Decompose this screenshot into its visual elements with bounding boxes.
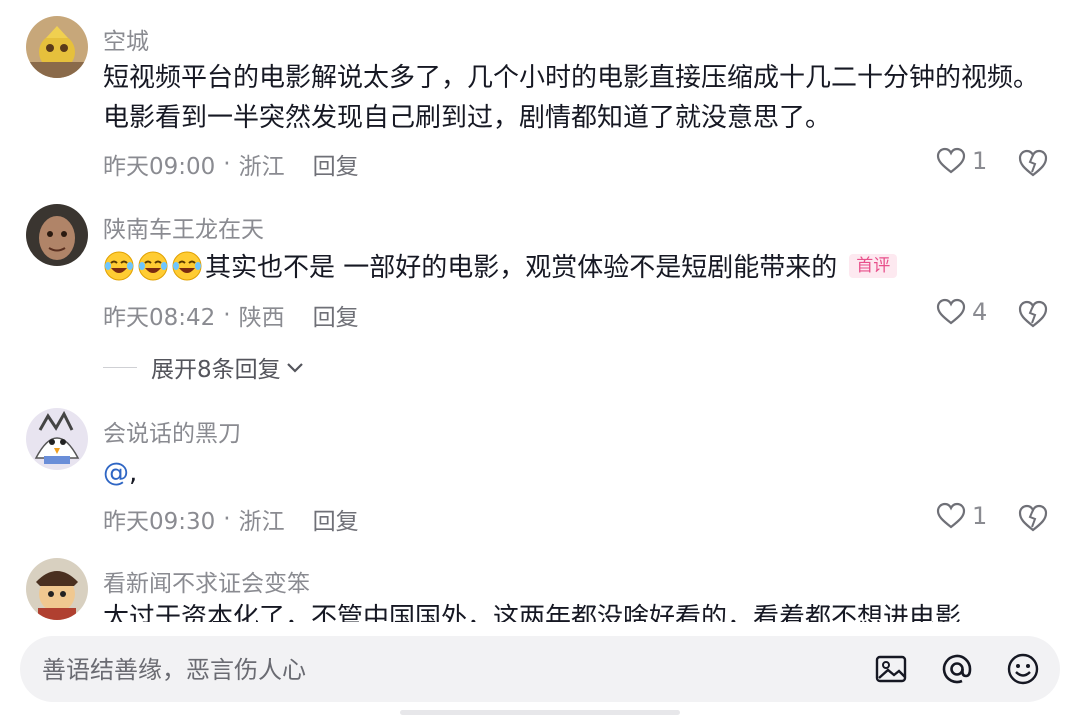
comment-text: 太过于资本化了，不管中国国外，这两年都没啥好看的，看着都不想进电影 <box>103 603 962 622</box>
comment-meta: 昨天09:00 · 浙江 回复 <box>103 147 359 181</box>
heart-icon <box>936 502 966 529</box>
username[interactable]: 空城 <box>103 22 149 56</box>
comment-time: 昨天09:00 <box>103 154 216 180</box>
comment-location: 陕西 <box>238 305 285 331</box>
dislike-icon[interactable] <box>1018 299 1048 329</box>
avatar[interactable] <box>26 558 88 620</box>
first-comment-badge: 首评 <box>849 253 898 278</box>
comment-location: 浙江 <box>238 509 285 535</box>
like-button[interactable]: 1 <box>936 502 987 530</box>
chevron-down-icon <box>286 363 303 373</box>
comment-list: 空城 短视频平台的电影解说太多了，几个小时的电影直接压缩成十几二十分钟的视频。电… <box>0 0 1080 622</box>
heart-icon <box>936 298 966 325</box>
comment-time: 昨天08:42 <box>103 305 216 331</box>
comment-input-bar <box>20 636 1060 702</box>
laugh-cry-emoji <box>172 251 202 280</box>
like-button[interactable]: 1 <box>936 147 987 175</box>
meta-separator: · <box>223 302 231 328</box>
like-button[interactable]: 4 <box>936 298 987 326</box>
dislike-icon[interactable] <box>1018 148 1048 178</box>
avatar[interactable] <box>26 204 88 266</box>
comment-location: 浙江 <box>238 154 285 180</box>
comment-text-row: @, <box>103 453 1053 493</box>
expand-replies-label: 展开8条回复 <box>151 357 281 383</box>
at-icon[interactable] <box>940 652 974 686</box>
home-indicator <box>400 710 680 715</box>
avatar[interactable] <box>26 16 88 78</box>
comment-meta: 昨天08:42 · 陕西 回复 <box>103 298 359 332</box>
mention-link[interactable]: @ <box>103 458 129 488</box>
heart-icon <box>936 147 966 174</box>
dislike-icon[interactable] <box>1018 503 1048 533</box>
reply-button[interactable]: 回复 <box>313 298 359 332</box>
laugh-cry-emoji <box>138 251 168 280</box>
comment-text: , <box>129 458 138 488</box>
like-count: 1 <box>972 147 988 175</box>
comment-text-row: 其实也不是 一部好的电影，观赏体验不是短剧能带来的 首评 <box>103 248 1053 288</box>
comment-time: 昨天09:30 <box>103 509 216 535</box>
divider-line <box>103 366 137 368</box>
username[interactable]: 会说话的黑刀 <box>103 414 241 448</box>
username[interactable]: 陕南车王龙在天 <box>103 210 264 244</box>
meta-separator: · <box>223 151 231 177</box>
username[interactable]: 看新闻不求证会变笨 <box>103 564 310 598</box>
image-icon[interactable] <box>874 652 908 686</box>
comment-text: 短视频平台的电影解说太多了，几个小时的电影直接压缩成十几二十分钟的视频。电影看到… <box>103 63 1040 133</box>
comment-input[interactable] <box>40 651 744 689</box>
reply-button[interactable]: 回复 <box>313 502 359 536</box>
reply-button[interactable]: 回复 <box>313 147 359 181</box>
comment-meta: 昨天09:30 · 浙江 回复 <box>103 502 359 536</box>
meta-separator: · <box>223 506 231 532</box>
expand-replies-button[interactable]: 展开8条回复 <box>103 350 305 384</box>
like-count: 1 <box>972 502 988 530</box>
emoji-icon[interactable] <box>1006 652 1040 686</box>
comment-text: 其实也不是 一部好的电影，观赏体验不是短剧能带来的 <box>205 253 838 283</box>
avatar[interactable] <box>26 408 88 470</box>
like-count: 4 <box>972 298 988 326</box>
laugh-cry-emoji <box>104 251 134 280</box>
